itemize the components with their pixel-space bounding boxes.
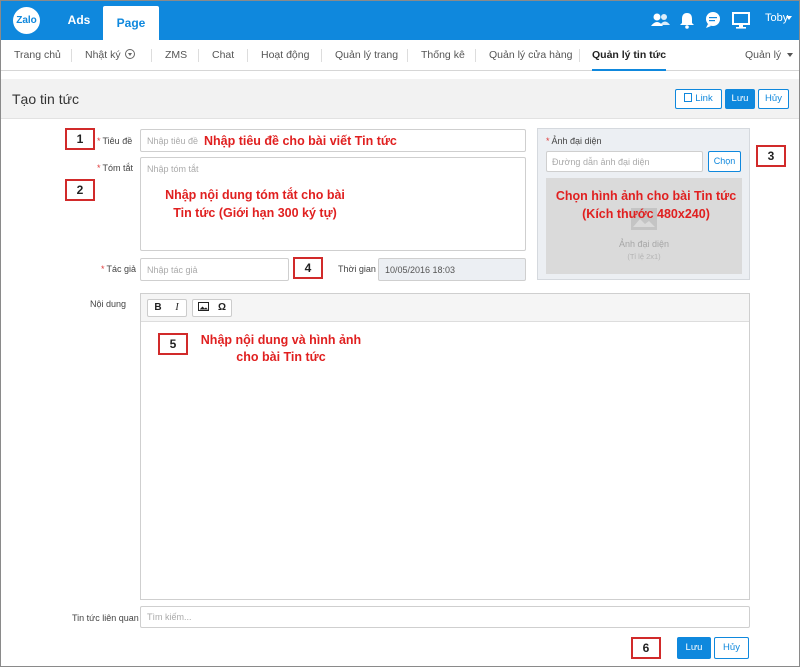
nav-quan-ly-trang[interactable]: Quản lý trang <box>335 40 398 71</box>
nav-bar: Trang chủ Nhật ký ZMS Chat Hoạt động Quả… <box>1 40 799 71</box>
time-label: Thời gian <box>338 264 376 274</box>
author-label-text: Tác giả <box>106 264 137 274</box>
required-mark: * <box>97 136 101 146</box>
link-button-label: Link <box>695 93 713 104</box>
text-format-group: B I <box>147 299 187 317</box>
related-search-input[interactable]: Tìm kiếm... <box>140 606 750 628</box>
page-title: Tạo tin tức <box>12 91 79 107</box>
italic-button[interactable]: I <box>168 300 186 316</box>
nav-chat[interactable]: Chat <box>212 40 234 71</box>
nav-divider <box>321 49 322 62</box>
screenshot-frame: Zalo Ads Page Toby Trang chủ Nhật ký ZMS… <box>0 0 800 667</box>
nav-divider <box>579 49 580 62</box>
annotation-marker-1: 1 <box>65 128 95 150</box>
annotation-marker-3: 3 <box>756 145 786 167</box>
users-icon[interactable] <box>649 9 671 31</box>
link-button[interactable]: Link <box>675 89 722 109</box>
special-char-button[interactable]: Ω <box>213 300 231 316</box>
user-name[interactable]: Toby <box>765 1 788 35</box>
time-field: 10/05/2016 18:03 <box>378 258 526 281</box>
nav-divider <box>198 49 199 62</box>
nav-quan-ly-label: Quản lý <box>745 49 782 61</box>
title-label-text: Tiêu đề <box>102 136 133 146</box>
editor-toolbar: B I Ω <box>141 294 749 322</box>
nav-divider <box>247 49 248 62</box>
nav-divider <box>407 49 408 62</box>
tab-ads[interactable]: Ads <box>59 1 99 40</box>
annotation-note-image-2: (Kích thước 480x240) <box>582 207 710 221</box>
summary-label: * Tóm tắt <box>97 163 133 173</box>
monitor-icon[interactable] <box>730 9 752 31</box>
nav-trang-chu[interactable]: Trang chủ <box>14 40 61 71</box>
image-icon <box>197 302 209 311</box>
nav-nhat-ky-label: Nhật ký <box>85 49 121 61</box>
image-placeholder-ratio: (Tỉ lệ 2x1) <box>627 252 661 261</box>
insert-group: Ω <box>192 299 232 317</box>
page-header: Tạo tin tức Link Lưu Hủy <box>1 79 799 119</box>
user-menu-caret-icon[interactable] <box>786 16 792 20</box>
cancel-button-top[interactable]: Hủy <box>758 89 789 109</box>
zalo-logo[interactable]: Zalo <box>13 7 40 34</box>
chat-icon[interactable] <box>702 9 724 31</box>
bold-button[interactable]: B <box>149 300 167 316</box>
required-mark: * <box>546 136 550 146</box>
annotation-marker-2: 2 <box>65 179 95 201</box>
save-button-top[interactable]: Lưu <box>725 89 755 109</box>
annotation-note-summary-1: Nhập nội dung tóm tắt cho bài <box>165 188 345 202</box>
image-placeholder-title: Ảnh đại diện <box>618 239 670 249</box>
nav-divider <box>475 49 476 62</box>
image-label-text: Ảnh đại diện <box>551 136 602 146</box>
nav-quan-ly-tin-tuc[interactable]: Quản lý tin tức <box>592 40 667 71</box>
annotation-note-image-1: Chọn hình ảnh cho bài Tin tức <box>555 189 737 203</box>
content-label: Nội dung <box>90 299 127 309</box>
related-label: Tin tức liên quan <box>72 613 139 623</box>
caret-down-icon <box>787 53 794 57</box>
annotation-note-title: Nhập tiêu đề cho bài viết Tin tức <box>204 134 397 148</box>
required-mark: * <box>97 163 101 173</box>
annotation-note-content-1: Nhập nội dung và hình ảnh <box>200 333 362 347</box>
nav-hoat-dong[interactable]: Hoạt động <box>261 40 309 71</box>
title-label: * Tiêu đề <box>97 136 132 146</box>
bell-icon[interactable] <box>676 9 698 31</box>
insert-image-button[interactable] <box>194 300 212 316</box>
summary-label-text: Tóm tắt <box>102 163 134 173</box>
tab-page[interactable]: Page <box>103 6 159 40</box>
link-icon <box>684 93 693 102</box>
annotation-marker-6: 6 <box>631 637 661 659</box>
top-bar: Zalo Ads Page Toby <box>1 1 799 40</box>
author-input[interactable]: Nhập tác giả <box>140 258 289 281</box>
choose-image-button[interactable]: Chọn <box>708 151 741 172</box>
save-button-bottom[interactable]: Lưu <box>677 637 711 659</box>
nav-divider <box>151 49 152 62</box>
nav-thong-ke[interactable]: Thống kê <box>421 40 465 71</box>
annotation-marker-5: 5 <box>158 333 188 355</box>
chevron-down-circle-icon <box>124 49 135 59</box>
image-label: * Ảnh đại diện <box>546 136 602 146</box>
nav-zms[interactable]: ZMS <box>165 40 187 71</box>
nav-nhat-ky[interactable]: Nhật ký <box>85 40 135 71</box>
required-mark: * <box>101 264 105 274</box>
nav-quan-ly-cua-hang[interactable]: Quản lý cửa hàng <box>489 40 573 71</box>
annotation-note-summary-2: Tin tức (Giới hạn 300 ký tự) <box>173 206 337 220</box>
annotation-marker-4: 4 <box>293 257 323 279</box>
annotation-note-content-2: cho bài Tin tức <box>236 350 326 364</box>
nav-quan-ly-menu[interactable]: Quản lý <box>745 40 794 71</box>
image-url-input[interactable]: Đường dẫn ảnh đại diện <box>546 151 703 172</box>
nav-divider <box>71 49 72 62</box>
cancel-button-bottom[interactable]: Hủy <box>714 637 749 659</box>
author-label: * Tác giả <box>101 264 136 274</box>
